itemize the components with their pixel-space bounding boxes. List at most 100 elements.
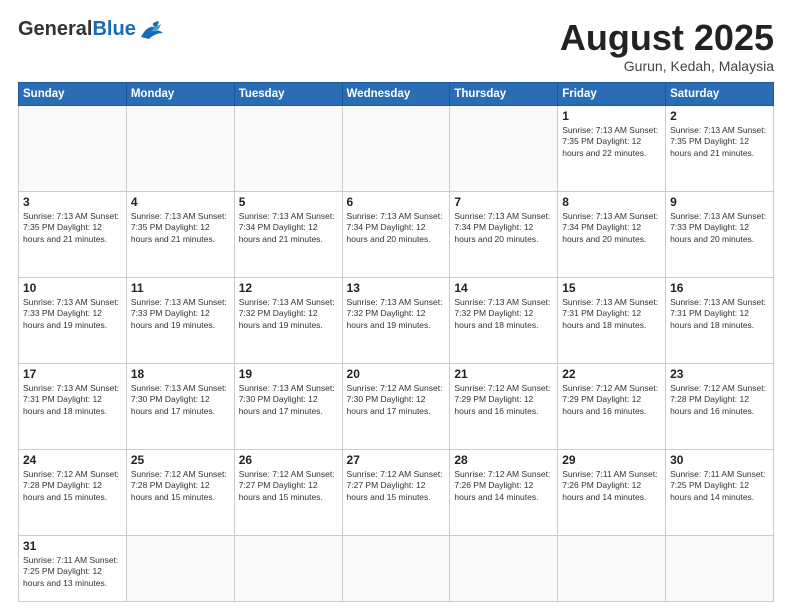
day-number: 9 bbox=[670, 195, 769, 209]
page: General Blue August 2025 Gurun, Kedah, M… bbox=[0, 0, 792, 612]
calendar-cell: 18Sunrise: 7:13 AM Sunset: 7:30 PM Dayli… bbox=[126, 363, 234, 449]
calendar-cell bbox=[450, 105, 558, 191]
calendar-cell: 21Sunrise: 7:12 AM Sunset: 7:29 PM Dayli… bbox=[450, 363, 558, 449]
calendar-cell: 29 Sunrise: 7:11 AM Sunset: 7:26 PM Dayli… bbox=[558, 449, 666, 535]
day-number: 27 bbox=[347, 453, 446, 467]
day-info: Sunrise: 7:12 AM Sunset: 7:28 PM Dayligh… bbox=[131, 469, 230, 503]
calendar-cell bbox=[342, 105, 450, 191]
calendar-cell: 15 Sunrise: 7:13 AM Sunset: 7:31 PM Dayli… bbox=[558, 277, 666, 363]
calendar-cell: 31Sunrise: 7:11 AM Sunset: 7:25 PM Dayli… bbox=[19, 535, 127, 601]
day-info: Sunrise: 7:11 AM Sunset: 7:25 PM Dayligh… bbox=[670, 469, 769, 503]
day-number: 30 bbox=[670, 453, 769, 467]
day-number: 16 bbox=[670, 281, 769, 295]
day-number: 2 bbox=[670, 109, 769, 123]
header: General Blue August 2025 Gurun, Kedah, M… bbox=[18, 18, 774, 74]
day-info: Sunrise: 7:12 AM Sunset: 7:29 PM Dayligh… bbox=[562, 383, 661, 417]
day-info: Sunrise: 7:13 AM Sunset: 7:31 PM Dayligh… bbox=[562, 297, 661, 331]
calendar-cell: 22 Sunrise: 7:12 AM Sunset: 7:29 PM Dayli… bbox=[558, 363, 666, 449]
day-info: Sunrise: 7:13 AM Sunset: 7:34 PM Dayligh… bbox=[239, 211, 338, 245]
weekday-header-sunday: Sunday bbox=[19, 82, 127, 105]
calendar-cell: 20Sunrise: 7:12 AM Sunset: 7:30 PM Dayli… bbox=[342, 363, 450, 449]
week-row-1: 3Sunrise: 7:13 AM Sunset: 7:35 PM Daylig… bbox=[19, 191, 774, 277]
day-number: 29 bbox=[562, 453, 661, 467]
weekday-header-thursday: Thursday bbox=[450, 82, 558, 105]
day-number: 25 bbox=[131, 453, 230, 467]
logo-blue-text: Blue bbox=[92, 18, 135, 41]
day-info: Sunrise: 7:13 AM Sunset: 7:34 PM Dayligh… bbox=[347, 211, 446, 245]
calendar-cell: 6Sunrise: 7:13 AM Sunset: 7:34 PM Daylig… bbox=[342, 191, 450, 277]
day-number: 23 bbox=[670, 367, 769, 381]
calendar-cell: 9 Sunrise: 7:13 AM Sunset: 7:33 PM Daylig… bbox=[666, 191, 774, 277]
calendar-cell: 28Sunrise: 7:12 AM Sunset: 7:26 PM Dayli… bbox=[450, 449, 558, 535]
day-info: Sunrise: 7:13 AM Sunset: 7:33 PM Dayligh… bbox=[131, 297, 230, 331]
calendar-cell: 1 Sunrise: 7:13 AM Sunset: 7:35 PM Daylig… bbox=[558, 105, 666, 191]
calendar-cell: 7 Sunrise: 7:13 AM Sunset: 7:34 PM Daylig… bbox=[450, 191, 558, 277]
day-number: 8 bbox=[562, 195, 661, 209]
calendar-cell: 26 Sunrise: 7:12 AM Sunset: 7:27 PM Dayli… bbox=[234, 449, 342, 535]
calendar-cell: 3Sunrise: 7:13 AM Sunset: 7:35 PM Daylig… bbox=[19, 191, 127, 277]
calendar-cell: 4Sunrise: 7:13 AM Sunset: 7:35 PM Daylig… bbox=[126, 191, 234, 277]
day-info: Sunrise: 7:11 AM Sunset: 7:25 PM Dayligh… bbox=[23, 555, 122, 589]
day-info: Sunrise: 7:13 AM Sunset: 7:35 PM Dayligh… bbox=[131, 211, 230, 245]
day-number: 12 bbox=[239, 281, 338, 295]
day-info: Sunrise: 7:13 AM Sunset: 7:32 PM Dayligh… bbox=[239, 297, 338, 331]
day-info: Sunrise: 7:13 AM Sunset: 7:30 PM Dayligh… bbox=[131, 383, 230, 417]
day-number: 21 bbox=[454, 367, 553, 381]
weekday-header-row: SundayMondayTuesdayWednesdayThursdayFrid… bbox=[19, 82, 774, 105]
day-info: Sunrise: 7:13 AM Sunset: 7:35 PM Dayligh… bbox=[23, 211, 122, 245]
weekday-header-monday: Monday bbox=[126, 82, 234, 105]
calendar-cell: 25 Sunrise: 7:12 AM Sunset: 7:28 PM Dayli… bbox=[126, 449, 234, 535]
calendar-cell: 17 Sunrise: 7:13 AM Sunset: 7:31 PM Dayli… bbox=[19, 363, 127, 449]
logo-bird-icon bbox=[139, 19, 167, 41]
day-number: 19 bbox=[239, 367, 338, 381]
calendar-cell: 16Sunrise: 7:13 AM Sunset: 7:31 PM Dayli… bbox=[666, 277, 774, 363]
day-info: Sunrise: 7:13 AM Sunset: 7:31 PM Dayligh… bbox=[23, 383, 122, 417]
day-info: Sunrise: 7:11 AM Sunset: 7:26 PM Dayligh… bbox=[562, 469, 661, 503]
day-info: Sunrise: 7:13 AM Sunset: 7:33 PM Dayligh… bbox=[23, 297, 122, 331]
day-number: 11 bbox=[131, 281, 230, 295]
day-info: Sunrise: 7:13 AM Sunset: 7:33 PM Dayligh… bbox=[670, 211, 769, 245]
calendar-cell bbox=[450, 535, 558, 601]
day-info: Sunrise: 7:12 AM Sunset: 7:27 PM Dayligh… bbox=[347, 469, 446, 503]
day-info: Sunrise: 7:12 AM Sunset: 7:28 PM Dayligh… bbox=[23, 469, 122, 503]
calendar-cell: 11 Sunrise: 7:13 AM Sunset: 7:33 PM Dayli… bbox=[126, 277, 234, 363]
day-info: Sunrise: 7:12 AM Sunset: 7:28 PM Dayligh… bbox=[670, 383, 769, 417]
logo-general-text: General bbox=[18, 18, 92, 41]
day-number: 10 bbox=[23, 281, 122, 295]
location: Gurun, Kedah, Malaysia bbox=[560, 58, 774, 74]
day-info: Sunrise: 7:13 AM Sunset: 7:34 PM Dayligh… bbox=[454, 211, 553, 245]
calendar-cell bbox=[234, 535, 342, 601]
calendar-cell: 13 Sunrise: 7:13 AM Sunset: 7:32 PM Dayli… bbox=[342, 277, 450, 363]
day-info: Sunrise: 7:12 AM Sunset: 7:27 PM Dayligh… bbox=[239, 469, 338, 503]
day-number: 26 bbox=[239, 453, 338, 467]
day-number: 24 bbox=[23, 453, 122, 467]
day-number: 7 bbox=[454, 195, 553, 209]
day-number: 17 bbox=[23, 367, 122, 381]
week-row-5: 31Sunrise: 7:11 AM Sunset: 7:25 PM Dayli… bbox=[19, 535, 774, 601]
day-info: Sunrise: 7:13 AM Sunset: 7:32 PM Dayligh… bbox=[454, 297, 553, 331]
calendar-cell: 5Sunrise: 7:13 AM Sunset: 7:34 PM Daylig… bbox=[234, 191, 342, 277]
day-info: Sunrise: 7:12 AM Sunset: 7:26 PM Dayligh… bbox=[454, 469, 553, 503]
logo: General Blue bbox=[18, 18, 167, 41]
weekday-header-friday: Friday bbox=[558, 82, 666, 105]
calendar-cell bbox=[234, 105, 342, 191]
week-row-2: 10 Sunrise: 7:13 AM Sunset: 7:33 PM Dayli… bbox=[19, 277, 774, 363]
calendar-cell: 14Sunrise: 7:13 AM Sunset: 7:32 PM Dayli… bbox=[450, 277, 558, 363]
week-row-4: 24 Sunrise: 7:12 AM Sunset: 7:28 PM Dayli… bbox=[19, 449, 774, 535]
calendar-cell: 27 Sunrise: 7:12 AM Sunset: 7:27 PM Dayli… bbox=[342, 449, 450, 535]
day-info: Sunrise: 7:13 AM Sunset: 7:30 PM Dayligh… bbox=[239, 383, 338, 417]
day-number: 15 bbox=[562, 281, 661, 295]
weekday-header-saturday: Saturday bbox=[666, 82, 774, 105]
day-number: 1 bbox=[562, 109, 661, 123]
calendar-cell bbox=[342, 535, 450, 601]
calendar-table: SundayMondayTuesdayWednesdayThursdayFrid… bbox=[18, 82, 774, 602]
day-number: 22 bbox=[562, 367, 661, 381]
day-info: Sunrise: 7:13 AM Sunset: 7:32 PM Dayligh… bbox=[347, 297, 446, 331]
day-info: Sunrise: 7:13 AM Sunset: 7:35 PM Dayligh… bbox=[562, 125, 661, 159]
calendar-cell: 2Sunrise: 7:13 AM Sunset: 7:35 PM Daylig… bbox=[666, 105, 774, 191]
day-number: 13 bbox=[347, 281, 446, 295]
calendar-cell: 12 Sunrise: 7:13 AM Sunset: 7:32 PM Dayli… bbox=[234, 277, 342, 363]
calendar-cell: 10 Sunrise: 7:13 AM Sunset: 7:33 PM Dayli… bbox=[19, 277, 127, 363]
calendar-cell bbox=[666, 535, 774, 601]
calendar-cell: 23 Sunrise: 7:12 AM Sunset: 7:28 PM Dayli… bbox=[666, 363, 774, 449]
